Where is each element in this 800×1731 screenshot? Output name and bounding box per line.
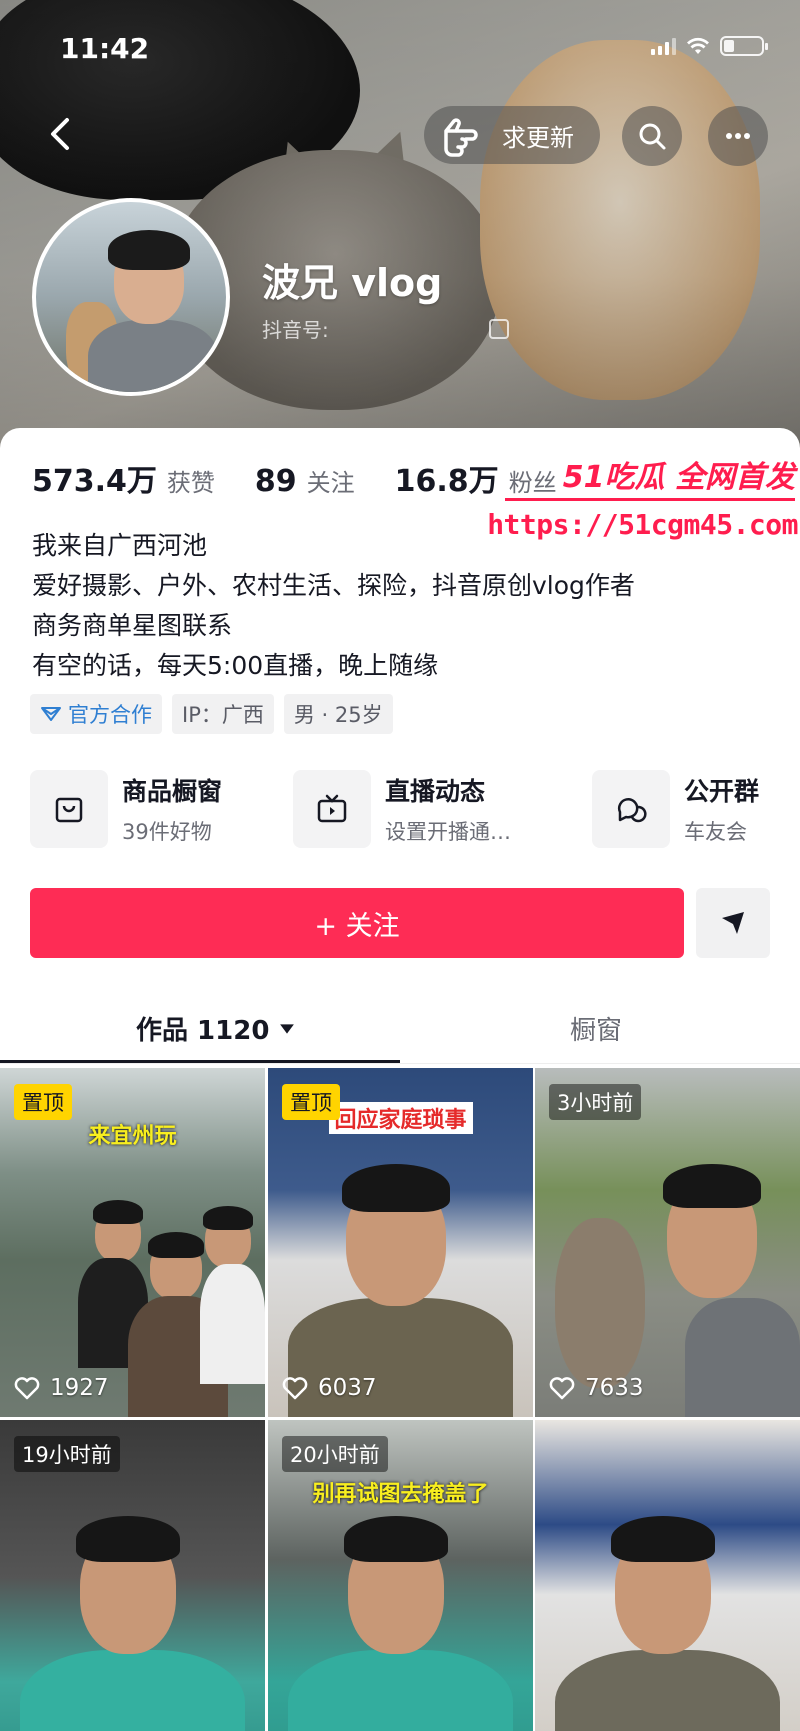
search-icon	[639, 123, 666, 150]
stat-value: 89	[254, 464, 297, 499]
bio-line: 我来自广西河池	[32, 531, 208, 560]
request-update-label: 求更新	[502, 123, 574, 152]
public-group-entry[interactable]: 公开群 车友会	[592, 770, 759, 848]
services-row: 商品橱窗 39件好物 直播动态 设置开播通… 公开群 车友会	[30, 770, 770, 850]
video-thumbnail[interactable]	[535, 1420, 800, 1731]
bio: 我来自广西河池 爱好摄影、户外、农村生活、探险，抖音原创vlog作者 商务商单星…	[32, 526, 635, 686]
caret-down-icon	[280, 1023, 295, 1034]
service-title: 公开群	[684, 777, 760, 806]
video-thumbnail[interactable]: 来宜州玩 置顶 1927	[0, 1068, 265, 1417]
video-likes: 7633	[549, 1375, 644, 1401]
stat-value: 573.4万	[32, 464, 157, 499]
send-arrow-icon	[722, 912, 744, 934]
battery-icon	[720, 36, 768, 56]
service-title: 直播动态	[385, 777, 486, 806]
share-button[interactable]	[696, 888, 770, 958]
heart-icon	[549, 1377, 575, 1400]
pinned-badge: 置顶	[282, 1084, 340, 1120]
video-likes: 1927	[14, 1375, 109, 1401]
more-dots-icon	[726, 133, 750, 139]
watermark-title: 51吃瓜 全网首发	[562, 460, 795, 495]
video-caption: 来宜州玩	[88, 1124, 177, 1149]
service-title: 商品橱窗	[122, 777, 223, 806]
time-badge: 3小时前	[549, 1084, 642, 1120]
video-thumbnail[interactable]: 3小时前 7633	[535, 1068, 800, 1417]
likes-stat[interactable]: 573.4万 获赞	[32, 456, 215, 500]
bio-line: 爱好摄影、户外、农村生活、探险，抖音原创vlog作者	[32, 571, 635, 600]
status-bar: 11:42	[0, 28, 800, 68]
bio-line: 有空的话，每天5:00直播，晚上随缘	[32, 651, 439, 680]
service-subtitle: 设置开播通…	[385, 820, 511, 844]
active-tab-indicator	[0, 1060, 400, 1063]
request-update-button[interactable]: 求更新	[424, 106, 600, 164]
ip-location-tag: IP：广西	[172, 694, 274, 734]
service-subtitle: 39件好物	[122, 820, 212, 844]
following-stat[interactable]: 89 关注	[255, 463, 355, 499]
handshake-icon	[41, 707, 61, 721]
douyin-id: 抖音号:	[262, 314, 509, 343]
stats-row: 573.4万 获赞 89 关注 16.8万 粉丝	[32, 456, 557, 500]
video-likes: 6037	[282, 1375, 377, 1401]
pointing-hand-icon	[444, 118, 478, 157]
avatar[interactable]	[32, 198, 230, 396]
back-button[interactable]	[38, 112, 82, 156]
time-badge: 19小时前	[14, 1436, 120, 1472]
chevron-left-icon	[51, 118, 69, 150]
follow-label: + 关注	[314, 910, 400, 942]
stat-label: 获赞	[166, 469, 215, 497]
chat-bubbles-icon	[617, 798, 647, 823]
signal-icon	[651, 37, 676, 55]
wifi-icon	[687, 37, 709, 54]
copy-icon[interactable]	[488, 318, 509, 339]
video-thumbnail[interactable]: 19小时前	[0, 1420, 265, 1731]
video-thumbnail[interactable]: 别再试图去掩盖了 20小时前	[268, 1420, 533, 1731]
heart-icon	[14, 1377, 40, 1400]
shopping-bag-icon	[55, 797, 83, 823]
shop-window-entry[interactable]: 商品橱窗 39件好物	[30, 770, 222, 848]
follow-button[interactable]: + 关注	[30, 888, 684, 958]
bio-line: 商务商单星图联系	[32, 611, 233, 640]
content-tabs: 作品 1120 橱窗	[0, 998, 800, 1064]
stat-label: 关注	[306, 469, 355, 497]
tv-icon	[317, 794, 347, 823]
heart-icon	[282, 1377, 308, 1400]
nickname: 波兄 vlog	[262, 261, 443, 305]
video-caption: 回应家庭琐事	[328, 1102, 473, 1134]
douyin-id-label: 抖音号:	[262, 318, 329, 342]
live-updates-entry[interactable]: 直播动态 设置开播通…	[293, 770, 511, 848]
time-badge: 20小时前	[282, 1436, 388, 1472]
pinned-badge: 置顶	[14, 1084, 72, 1120]
gender-age-tag: 男 · 25岁	[283, 694, 393, 734]
service-subtitle: 车友会	[684, 820, 747, 844]
official-partner-tag[interactable]: 官方合作	[30, 694, 162, 734]
search-button[interactable]	[622, 106, 682, 166]
stat-value: 16.8万	[394, 464, 499, 499]
tab-works[interactable]: 作品 1120	[136, 1010, 295, 1047]
profile-tags: 官方合作 IP：广西 男 · 25岁	[30, 694, 393, 734]
status-time: 11:42	[60, 32, 150, 65]
video-caption: 别再试图去掩盖了	[312, 1482, 489, 1507]
more-button[interactable]	[708, 106, 768, 166]
video-thumbnail[interactable]: 回应家庭琐事 置顶 6037	[268, 1068, 533, 1417]
tab-showcase[interactable]: 橱窗	[570, 1010, 622, 1047]
